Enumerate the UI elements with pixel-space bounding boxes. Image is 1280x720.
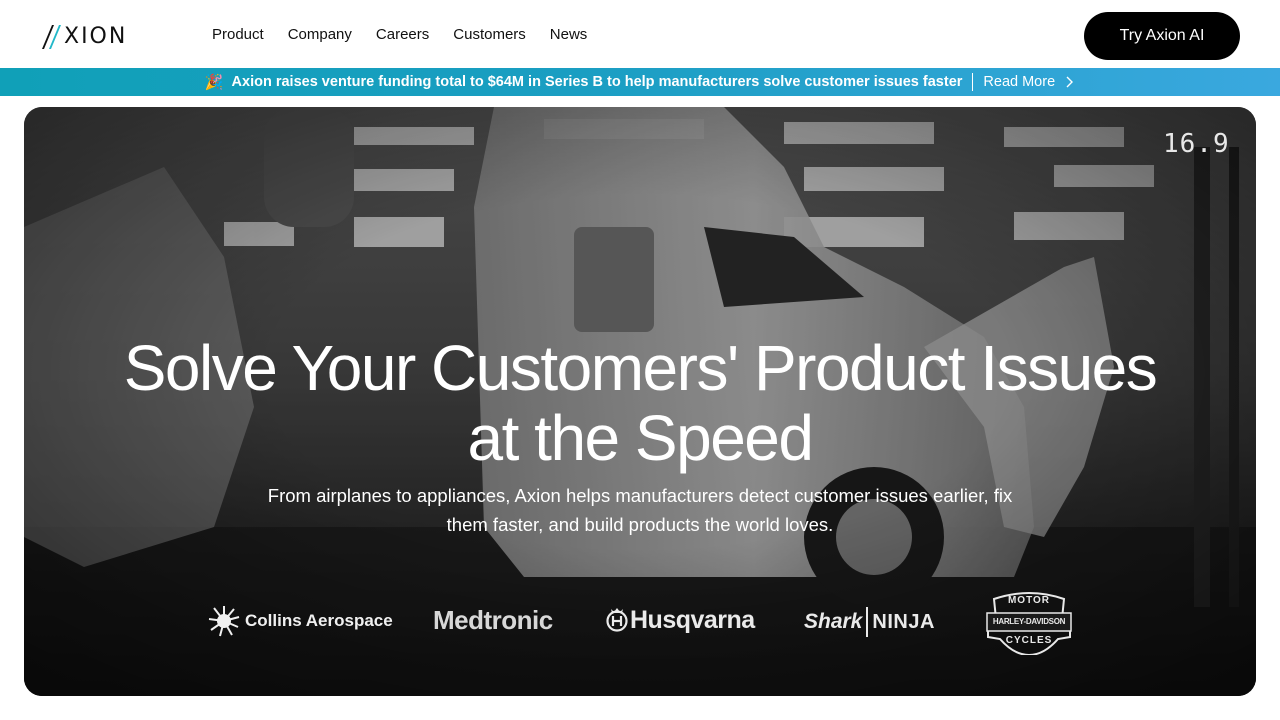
hero-title: Solve Your Customers' Product Issues at … [24, 333, 1256, 473]
party-popper-icon: 🎉 [204, 74, 224, 91]
harley-top-text: MOTOR [1007, 595, 1051, 606]
hero-title-line-1: Solve Your Customers' Product Issues [123, 332, 1158, 404]
harley-mid-text: HARLEY-DAVIDSON [992, 617, 1066, 626]
banner-divider [972, 73, 974, 91]
nav-product[interactable]: Product [212, 26, 264, 43]
collins-aerospace-logo: Collins Aerospace [208, 605, 393, 637]
site-header: XION Product Company Careers Customers N… [0, 0, 1280, 68]
axion-logo-mark-icon [42, 25, 61, 49]
hero-title-line-2: at the Speed [467, 402, 814, 474]
sharkninja-divider [866, 607, 869, 637]
main-nav: Product Company Careers Customers News [212, 26, 611, 43]
customer-logos: Collins Aerospace Medtronic Husqvarna Sh… [24, 587, 1256, 657]
read-more-link[interactable]: Read More [983, 74, 1075, 90]
husqvarna-logo: Husqvarna [606, 605, 755, 635]
harley-bottom-text: CYCLES [1005, 635, 1053, 646]
collins-sunburst-icon [208, 606, 240, 637]
collins-aerospace-text: Collins Aerospace [245, 611, 393, 630]
nav-customers[interactable]: Customers [453, 26, 526, 43]
read-more-label: Read More [983, 74, 1056, 90]
announcement-banner: 🎉 Axion raises venture funding total to … [0, 68, 1280, 96]
husqvarna-crown-icon [606, 608, 628, 632]
nav-company[interactable]: Company [288, 26, 352, 43]
overlay-number: 16.9 [1163, 129, 1230, 159]
announcement-text: Axion raises venture funding total to $6… [231, 74, 963, 90]
axion-logo[interactable]: XION [40, 22, 127, 50]
nav-news[interactable]: News [550, 26, 588, 43]
try-axion-ai-button[interactable]: Try Axion AI [1084, 12, 1240, 60]
harley-davidson-logo: MOTOR HARLEY-DAVIDSON CYCLES [984, 589, 1074, 655]
logo-text: XION [64, 23, 128, 49]
nav-careers[interactable]: Careers [376, 26, 429, 43]
sharkninja-logo: Shark NINJA [804, 607, 935, 637]
hero-subtitle: From airplanes to appliances, Axion help… [267, 485, 1013, 535]
ninja-text: NINJA [872, 610, 935, 633]
shark-text: Shark [804, 610, 863, 633]
husqvarna-text: Husqvarna [630, 605, 755, 634]
medtronic-logo: Medtronic [433, 605, 553, 635]
chevron-right-icon [1066, 76, 1074, 88]
hero-section: 16.9 Solve Your Customers' Product Issue… [24, 107, 1256, 696]
